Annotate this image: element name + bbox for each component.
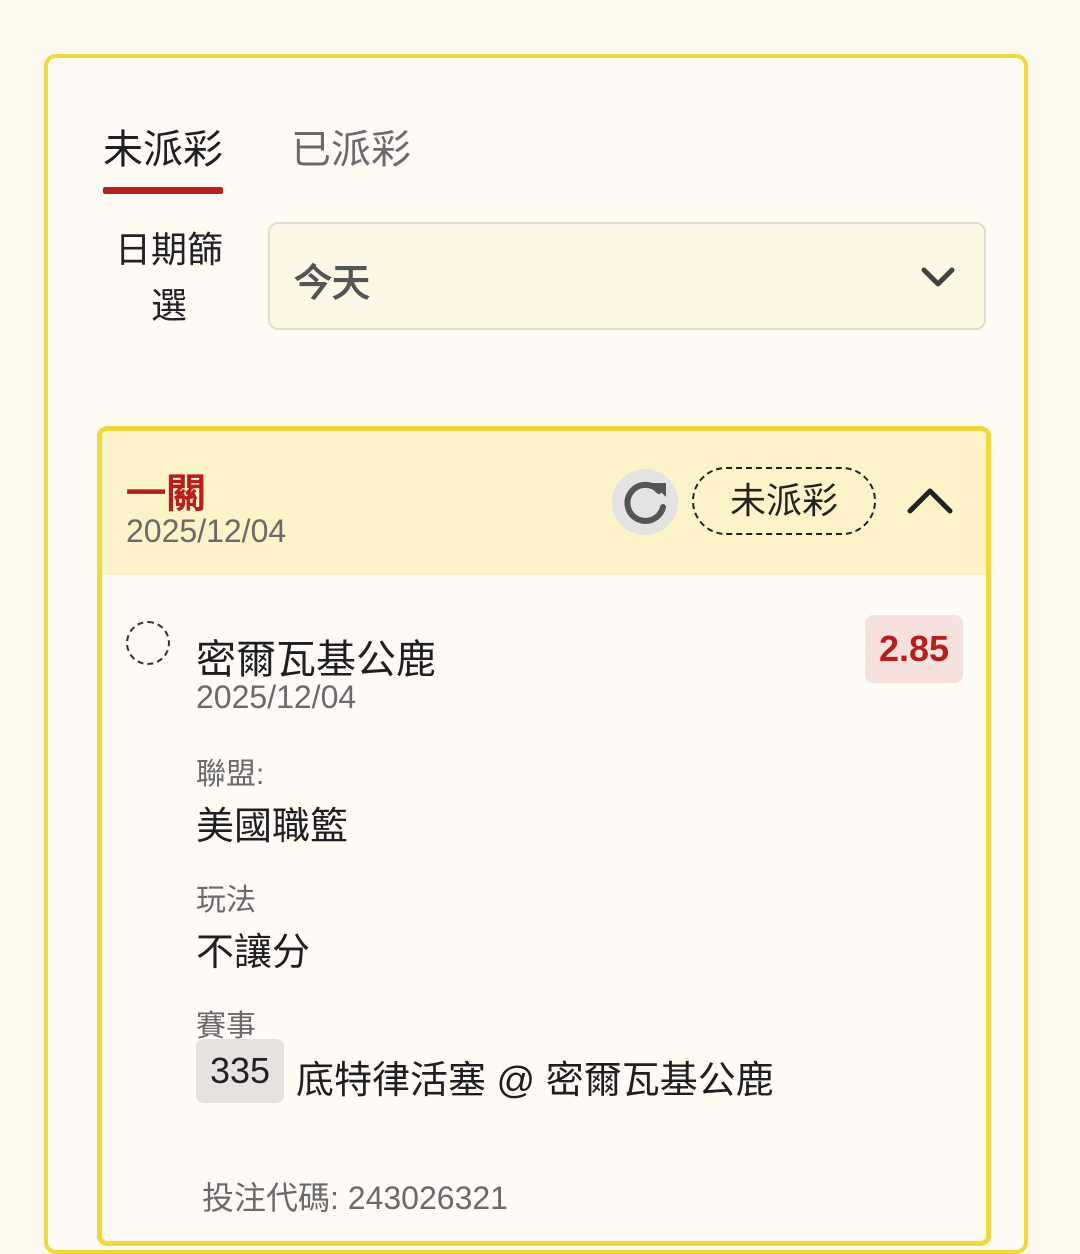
bet-card: 一關 2025/12/04 未派彩 密爾瓦基公鹿 2.85 2025/12/04… [97,426,991,1246]
ticket-code: 投注代碼: 243026321 [202,1180,508,1216]
play-value: 不讓分 [196,932,311,974]
tab-bar: 未派彩 已派彩 [103,122,411,194]
chevron-up-icon[interactable] [902,473,958,529]
bet-card-header: 一關 2025/12/04 未派彩 [102,431,986,575]
date-filter-select[interactable]: 今天 [268,222,986,330]
leg-select-radio[interactable] [126,621,170,665]
refresh-icon [624,481,666,524]
date-filter-label-text: 日期篩選 [114,229,223,326]
play-label: 玩法 [196,884,256,917]
leg-team: 密爾瓦基公鹿 [196,638,436,682]
date-filter-value: 今天 [294,263,371,305]
chevron-down-icon [921,267,955,287]
tab-unsettled[interactable]: 未派彩 [103,122,223,194]
league-value: 美國職籃 [196,806,349,848]
leg-date: 2025/12/04 [196,679,357,715]
odds-badge: 2.85 [865,615,963,683]
tab-settled[interactable]: 已派彩 [291,122,411,188]
bet-date: 2025/12/04 [126,513,287,549]
match-name: 底特律活塞 @ 密爾瓦基公鹿 [296,1060,774,1102]
date-filter-label: 日期篩選 [114,222,224,334]
league-label: 聯盟: [196,758,265,791]
bet-type: 一關 [126,472,206,516]
status-badge: 未派彩 [692,467,876,535]
bet-record-panel: 未派彩 已派彩 日期篩選 今天 一關 2025/12/04 未派彩 密爾瓦基公鹿… [44,54,1028,1254]
match-number-badge: 335 [196,1039,284,1103]
refresh-button[interactable] [612,469,678,535]
